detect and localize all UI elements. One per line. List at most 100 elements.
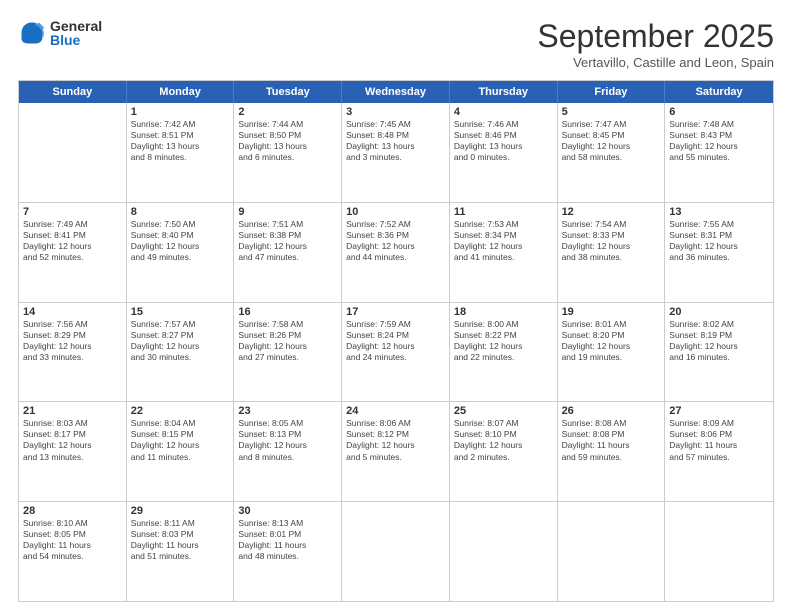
day-number: 11: [454, 206, 553, 218]
day-info: Sunrise: 8:05 AM Sunset: 8:13 PM Dayligh…: [238, 418, 337, 462]
week-row-5: 28Sunrise: 8:10 AM Sunset: 8:05 PM Dayli…: [19, 502, 773, 601]
day-info: Sunrise: 7:44 AM Sunset: 8:50 PM Dayligh…: [238, 119, 337, 163]
subtitle: Vertavillo, Castille and Leon, Spain: [537, 55, 774, 70]
day-cell-5: 5Sunrise: 7:47 AM Sunset: 8:45 PM Daylig…: [558, 103, 666, 202]
logo: General Blue: [18, 18, 102, 48]
day-info: Sunrise: 7:49 AM Sunset: 8:41 PM Dayligh…: [23, 219, 122, 263]
day-number: 30: [238, 505, 337, 517]
day-cell-3: 3Sunrise: 7:45 AM Sunset: 8:48 PM Daylig…: [342, 103, 450, 202]
day-cell-2: 2Sunrise: 7:44 AM Sunset: 8:50 PM Daylig…: [234, 103, 342, 202]
day-cell-19: 19Sunrise: 8:01 AM Sunset: 8:20 PM Dayli…: [558, 303, 666, 402]
day-number: 26: [562, 405, 661, 417]
day-cell-25: 25Sunrise: 8:07 AM Sunset: 8:10 PM Dayli…: [450, 402, 558, 501]
day-cell-30: 30Sunrise: 8:13 AM Sunset: 8:01 PM Dayli…: [234, 502, 342, 601]
header: General Blue September 2025 Vertavillo, …: [18, 18, 774, 70]
day-info: Sunrise: 8:00 AM Sunset: 8:22 PM Dayligh…: [454, 319, 553, 363]
day-cell-6: 6Sunrise: 7:48 AM Sunset: 8:43 PM Daylig…: [665, 103, 773, 202]
week-row-2: 7Sunrise: 7:49 AM Sunset: 8:41 PM Daylig…: [19, 203, 773, 303]
day-cell-empty: [342, 502, 450, 601]
day-info: Sunrise: 7:55 AM Sunset: 8:31 PM Dayligh…: [669, 219, 769, 263]
day-cell-13: 13Sunrise: 7:55 AM Sunset: 8:31 PM Dayli…: [665, 203, 773, 302]
day-info: Sunrise: 8:04 AM Sunset: 8:15 PM Dayligh…: [131, 418, 230, 462]
day-info: Sunrise: 7:57 AM Sunset: 8:27 PM Dayligh…: [131, 319, 230, 363]
day-info: Sunrise: 7:45 AM Sunset: 8:48 PM Dayligh…: [346, 119, 445, 163]
day-cell-16: 16Sunrise: 7:58 AM Sunset: 8:26 PM Dayli…: [234, 303, 342, 402]
day-header-thursday: Thursday: [450, 81, 558, 103]
day-cell-27: 27Sunrise: 8:09 AM Sunset: 8:06 PM Dayli…: [665, 402, 773, 501]
day-cell-empty: [665, 502, 773, 601]
day-number: 29: [131, 505, 230, 517]
day-number: 25: [454, 405, 553, 417]
day-info: Sunrise: 7:58 AM Sunset: 8:26 PM Dayligh…: [238, 319, 337, 363]
day-number: 15: [131, 306, 230, 318]
day-number: 2: [238, 106, 337, 118]
day-cell-23: 23Sunrise: 8:05 AM Sunset: 8:13 PM Dayli…: [234, 402, 342, 501]
day-info: Sunrise: 8:09 AM Sunset: 8:06 PM Dayligh…: [669, 418, 769, 462]
day-cell-18: 18Sunrise: 8:00 AM Sunset: 8:22 PM Dayli…: [450, 303, 558, 402]
day-info: Sunrise: 7:56 AM Sunset: 8:29 PM Dayligh…: [23, 319, 122, 363]
day-cell-28: 28Sunrise: 8:10 AM Sunset: 8:05 PM Dayli…: [19, 502, 127, 601]
day-info: Sunrise: 8:06 AM Sunset: 8:12 PM Dayligh…: [346, 418, 445, 462]
day-number: 20: [669, 306, 769, 318]
day-cell-4: 4Sunrise: 7:46 AM Sunset: 8:46 PM Daylig…: [450, 103, 558, 202]
day-number: 9: [238, 206, 337, 218]
logo-text: General Blue: [50, 18, 102, 48]
logo-icon: [18, 19, 46, 47]
weeks: 1Sunrise: 7:42 AM Sunset: 8:51 PM Daylig…: [19, 103, 773, 601]
month-title: September 2025: [537, 18, 774, 55]
day-number: 18: [454, 306, 553, 318]
day-number: 5: [562, 106, 661, 118]
day-number: 23: [238, 405, 337, 417]
page: General Blue September 2025 Vertavillo, …: [0, 0, 792, 612]
day-info: Sunrise: 8:08 AM Sunset: 8:08 PM Dayligh…: [562, 418, 661, 462]
day-cell-9: 9Sunrise: 7:51 AM Sunset: 8:38 PM Daylig…: [234, 203, 342, 302]
day-info: Sunrise: 8:03 AM Sunset: 8:17 PM Dayligh…: [23, 418, 122, 462]
day-number: 8: [131, 206, 230, 218]
day-number: 13: [669, 206, 769, 218]
day-info: Sunrise: 7:42 AM Sunset: 8:51 PM Dayligh…: [131, 119, 230, 163]
day-cell-8: 8Sunrise: 7:50 AM Sunset: 8:40 PM Daylig…: [127, 203, 235, 302]
title-block: September 2025 Vertavillo, Castille and …: [537, 18, 774, 70]
day-cell-26: 26Sunrise: 8:08 AM Sunset: 8:08 PM Dayli…: [558, 402, 666, 501]
day-number: 22: [131, 405, 230, 417]
day-cell-empty: [19, 103, 127, 202]
day-header-saturday: Saturday: [665, 81, 773, 103]
day-info: Sunrise: 7:50 AM Sunset: 8:40 PM Dayligh…: [131, 219, 230, 263]
day-number: 1: [131, 106, 230, 118]
day-cell-12: 12Sunrise: 7:54 AM Sunset: 8:33 PM Dayli…: [558, 203, 666, 302]
day-info: Sunrise: 7:48 AM Sunset: 8:43 PM Dayligh…: [669, 119, 769, 163]
day-info: Sunrise: 7:46 AM Sunset: 8:46 PM Dayligh…: [454, 119, 553, 163]
day-cell-7: 7Sunrise: 7:49 AM Sunset: 8:41 PM Daylig…: [19, 203, 127, 302]
day-info: Sunrise: 7:52 AM Sunset: 8:36 PM Dayligh…: [346, 219, 445, 263]
day-header-wednesday: Wednesday: [342, 81, 450, 103]
day-header-friday: Friday: [558, 81, 666, 103]
day-number: 21: [23, 405, 122, 417]
calendar: SundayMondayTuesdayWednesdayThursdayFrid…: [18, 80, 774, 602]
day-info: Sunrise: 7:51 AM Sunset: 8:38 PM Dayligh…: [238, 219, 337, 263]
day-header-sunday: Sunday: [19, 81, 127, 103]
day-header-tuesday: Tuesday: [234, 81, 342, 103]
day-cell-15: 15Sunrise: 7:57 AM Sunset: 8:27 PM Dayli…: [127, 303, 235, 402]
week-row-4: 21Sunrise: 8:03 AM Sunset: 8:17 PM Dayli…: [19, 402, 773, 502]
day-info: Sunrise: 7:47 AM Sunset: 8:45 PM Dayligh…: [562, 119, 661, 163]
day-cell-10: 10Sunrise: 7:52 AM Sunset: 8:36 PM Dayli…: [342, 203, 450, 302]
day-number: 7: [23, 206, 122, 218]
week-row-3: 14Sunrise: 7:56 AM Sunset: 8:29 PM Dayli…: [19, 303, 773, 403]
day-info: Sunrise: 8:02 AM Sunset: 8:19 PM Dayligh…: [669, 319, 769, 363]
day-number: 24: [346, 405, 445, 417]
day-cell-11: 11Sunrise: 7:53 AM Sunset: 8:34 PM Dayli…: [450, 203, 558, 302]
day-number: 6: [669, 106, 769, 118]
day-cell-empty: [558, 502, 666, 601]
day-info: Sunrise: 8:13 AM Sunset: 8:01 PM Dayligh…: [238, 518, 337, 562]
day-cell-17: 17Sunrise: 7:59 AM Sunset: 8:24 PM Dayli…: [342, 303, 450, 402]
day-cell-21: 21Sunrise: 8:03 AM Sunset: 8:17 PM Dayli…: [19, 402, 127, 501]
day-cell-14: 14Sunrise: 7:56 AM Sunset: 8:29 PM Dayli…: [19, 303, 127, 402]
day-info: Sunrise: 8:07 AM Sunset: 8:10 PM Dayligh…: [454, 418, 553, 462]
day-number: 16: [238, 306, 337, 318]
day-info: Sunrise: 8:01 AM Sunset: 8:20 PM Dayligh…: [562, 319, 661, 363]
day-number: 28: [23, 505, 122, 517]
day-cell-20: 20Sunrise: 8:02 AM Sunset: 8:19 PM Dayli…: [665, 303, 773, 402]
day-info: Sunrise: 8:11 AM Sunset: 8:03 PM Dayligh…: [131, 518, 230, 562]
day-number: 14: [23, 306, 122, 318]
day-number: 10: [346, 206, 445, 218]
